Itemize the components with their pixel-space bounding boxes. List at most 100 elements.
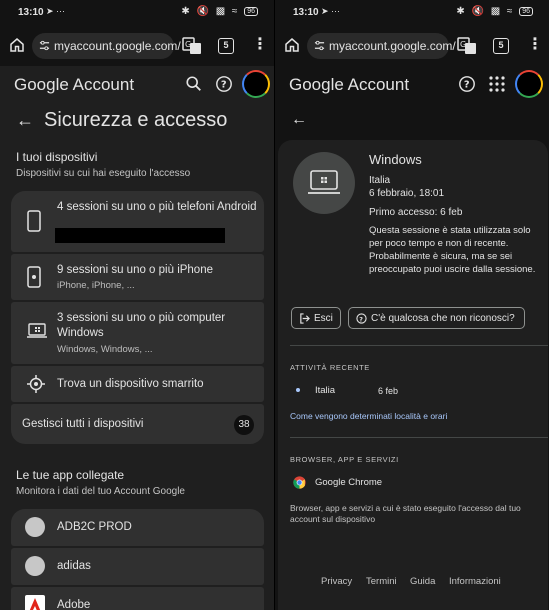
manage-devices-item[interactable]: Gestisci tutti i dispositivi 38 [11,404,264,444]
svg-text:?: ? [221,80,227,91]
devices-section-subtitle: Dispositivi su cui hai eseguito l'access… [16,168,191,179]
app-name: adidas [57,560,91,572]
connected-app-item[interactable]: adidas [11,548,264,585]
adobe-logo-icon [25,595,45,610]
tab-switcher-button[interactable]: 5 [218,38,234,54]
app-name: ADB2C PROD [57,521,132,533]
apps-section-title: Le tue app collegate [16,468,125,482]
device-iphone-item[interactable]: 9 sessioni su uno o più iPhone iPhone, i… [11,254,264,300]
device-computer-item[interactable]: 3 sessioni su uno o più computer Windows… [11,302,264,364]
google-account-logo[interactable]: Google Account [289,75,409,95]
session-location: Italia [369,175,391,186]
help-icon[interactable]: ? [458,75,476,93]
redacted-block [55,228,225,243]
status-notification-icons: ➤ ··· [321,6,341,16]
site-settings-icon[interactable] [39,40,50,51]
device-name: Windows [369,152,422,167]
logout-icon [300,313,310,324]
laptop-icon [27,323,47,338]
avatar[interactable] [515,70,543,98]
phone-icon [27,210,41,232]
divider [290,345,548,346]
device-count-badge: 38 [234,415,254,435]
connected-app-item[interactable]: Adobe [11,587,264,610]
back-arrow-icon[interactable]: ← [291,111,307,129]
app-link-icon [25,556,45,576]
device-computer-label: 3 sessioni su uno o più computer Windows [57,312,226,339]
translate-icon[interactable]: G [182,36,202,56]
translate-icon[interactable]: G [457,36,477,56]
session-note: Questa sessione è stata utilizzata solo … [369,225,536,275]
footer-privacy-link[interactable]: Privacy [321,576,352,587]
first-access: Primo accesso: 6 feb [369,207,463,218]
account-header: Google Account ? [0,66,274,104]
footer-help-link[interactable]: Guida [410,576,435,587]
activity-dot-icon [296,388,300,392]
browser-apps-caption: BROWSER, APP E SERVIZI [290,455,399,464]
report-unknown-label: C'è qualcosa che non riconosci? [371,313,515,324]
tab-switcher-button[interactable]: 5 [493,38,509,54]
svg-text:?: ? [359,315,363,323]
status-system-icons: ✱ 🔇 ▩ ≈ 96 [181,6,258,17]
account-header: Google Account ? [275,66,549,104]
session-details-card: Windows Italia 6 febbraio, 18:01 Primo a… [278,140,548,610]
battery-icon: 96 [519,7,533,16]
address-bar[interactable]: myaccount.google.com/ [32,33,181,59]
avatar[interactable] [242,70,270,98]
report-unknown-button[interactable]: ? C'è qualcosa che non riconosci? [348,307,525,329]
page-title: Sicurezza e accesso [44,109,228,131]
help-icon[interactable]: ? [215,75,233,93]
svg-text:?: ? [464,80,470,91]
google-account-logo[interactable]: Google Account [14,75,134,95]
recent-location: Italia [315,385,336,396]
status-bar: 13:10 ➤ ··· ✱ 🔇 ▩ ≈ 96 [275,0,549,26]
device-computer-sublabel: Windows, Windows, ... [57,344,153,355]
status-time: 13:10 [293,7,319,18]
browser-toolbar: myaccount.google.com/ G 5 ⋮ [275,26,549,66]
footer-about-link[interactable]: Informazioni [449,576,501,587]
chrome-icon [293,476,306,489]
help-icon: ? [356,313,367,324]
svg-text:G: G [460,40,466,49]
locate-icon [27,375,45,393]
manage-devices-label: Gestisci tutti i dispositivi [22,418,144,430]
device-android-item[interactable]: 4 sessioni su uno o più telefoni Android [11,191,264,252]
battery-icon: 96 [244,7,258,16]
recent-date: 6 feb [378,386,399,396]
browser-name: Google Chrome [315,477,383,488]
logout-label: Esci [314,313,333,324]
find-device-label: Trova un dispositivo smarrito [57,378,204,390]
iphone-icon [27,266,41,288]
browser-toolbar: myaccount.google.com/ G 5 ⋮ [0,26,274,66]
logout-button[interactable]: Esci [291,307,341,329]
app-link-icon [25,517,45,537]
browser-menu-icon[interactable]: ⋮ [527,37,543,55]
apps-grid-icon[interactable] [488,75,506,93]
svg-text:G: G [185,40,191,49]
url-text: myaccount.google.com/ [54,39,181,53]
back-arrow-icon[interactable]: ← [16,110,34,131]
browser-note: Browser, app e servizi a cui è stato ese… [290,503,521,524]
location-info-link[interactable]: Come vengono determinati località e orar… [290,411,447,421]
connected-app-item[interactable]: ADB2C PROD [11,509,264,546]
session-datetime: 6 febbraio, 18:01 [369,188,445,199]
laptop-icon [308,170,340,194]
divider [290,437,548,438]
address-bar[interactable]: myaccount.google.com/ [307,33,456,59]
browser-menu-icon[interactable]: ⋮ [252,37,268,55]
device-android-label: 4 sessioni su uno o più telefoni Android [57,201,257,213]
apps-section-subtitle: Monitora i dati del tuo Account Google [16,486,185,497]
url-text: myaccount.google.com/ [329,39,456,53]
search-icon[interactable] [185,75,203,93]
status-system-icons: ✱ 🔇 ▩ ≈ 96 [456,6,533,17]
app-name: Adobe [57,599,91,610]
status-time: 13:10 [18,7,44,18]
home-icon[interactable] [8,36,26,54]
site-settings-icon[interactable] [314,40,325,51]
device-iphone-sublabel: iPhone, iPhone, ... [57,280,135,291]
footer-terms-link[interactable]: Termini [366,576,397,587]
devices-section-title: I tuoi dispositivi [16,150,98,164]
device-iphone-label: 9 sessioni su uno o più iPhone [57,264,213,276]
home-icon[interactable] [283,36,301,54]
find-device-item[interactable]: Trova un dispositivo smarrito [11,366,264,402]
